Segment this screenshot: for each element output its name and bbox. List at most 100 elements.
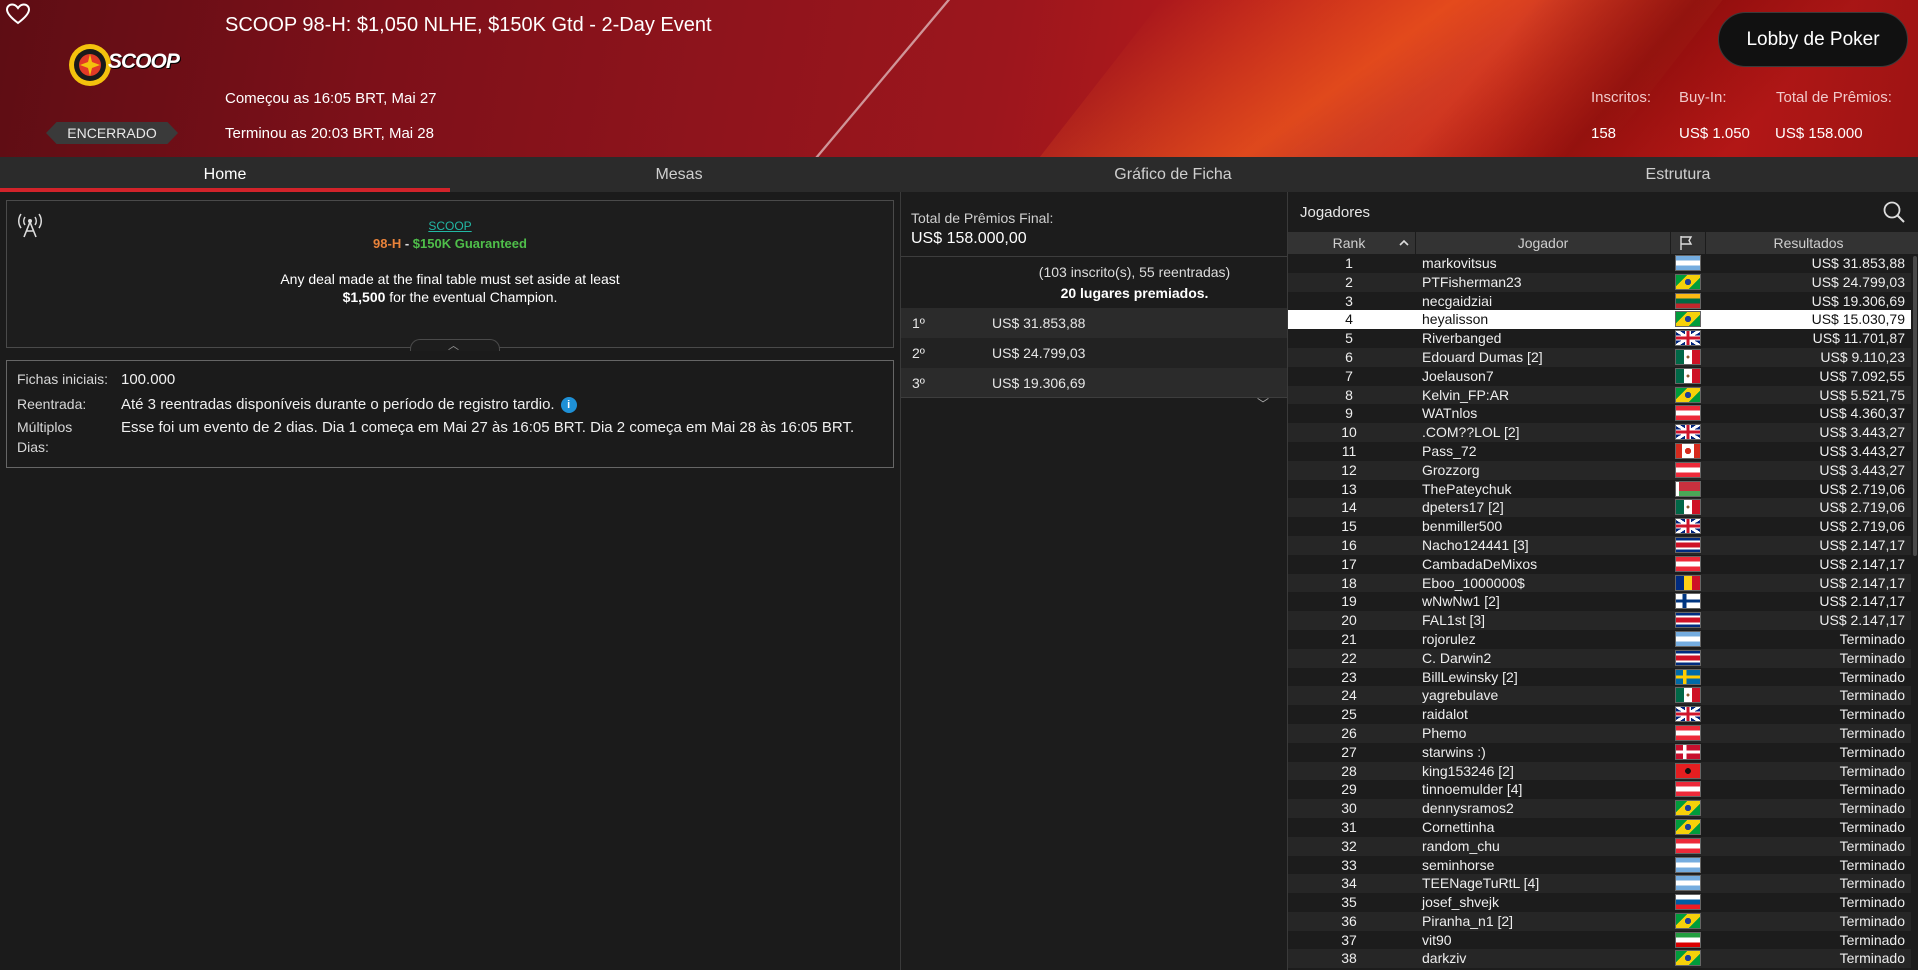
- favorite-heart-icon[interactable]: [6, 3, 30, 25]
- player-row[interactable]: 16 Nacho124441 [3] US$ 2.147,17: [1288, 535, 1911, 555]
- player-row[interactable]: 28 king153246 [2] Terminado: [1288, 761, 1911, 781]
- player-row[interactable]: 21 rojorulez Terminado: [1288, 630, 1911, 649]
- player-row[interactable]: 8 Kelvin_FP:AR US$ 5.521,75: [1288, 385, 1911, 405]
- player-row[interactable]: 1 markovitsus US$ 31.853,88: [1288, 254, 1911, 273]
- total-prize-value: US$ 158.000: [1775, 125, 1863, 142]
- player-result: Terminado: [1839, 630, 1905, 647]
- player-row[interactable]: 23 BillLewinsky [2] Terminado: [1288, 668, 1911, 687]
- player-row[interactable]: 32 random_chu Terminado: [1288, 836, 1911, 856]
- player-result: US$ 2.147,17: [1819, 555, 1905, 572]
- player-result: US$ 5.521,75: [1819, 386, 1905, 403]
- country-flag-icon: [1675, 818, 1701, 835]
- player-row[interactable]: 2 PTFisherman23 US$ 24.799,03: [1288, 272, 1911, 292]
- player-name: benmiller500: [1422, 518, 1503, 535]
- player-rank: 5: [1345, 330, 1353, 347]
- player-name: Edouard Dumas [2]: [1422, 348, 1543, 365]
- results-column-header[interactable]: Resultados: [1706, 232, 1911, 254]
- poker-lobby-button[interactable]: Lobby de Poker: [1718, 12, 1908, 67]
- player-name: random_chu: [1422, 837, 1500, 854]
- player-name: heyalisson: [1422, 311, 1489, 328]
- player-row[interactable]: 15 benmiller500 US$ 2.719,06: [1288, 517, 1911, 536]
- player-row[interactable]: 35 josef_shvejk Terminado: [1288, 893, 1911, 912]
- player-row[interactable]: 20 FAL1st [3] US$ 2.147,17: [1288, 611, 1911, 630]
- collapse-info-toggle[interactable]: ︿: [410, 339, 500, 352]
- player-rank: 27: [1341, 743, 1357, 760]
- expand-prizes-chevron-icon[interactable]: ﹀: [1257, 395, 1269, 412]
- player-rank: 17: [1341, 555, 1357, 572]
- scrollbar-thumb[interactable]: [1913, 256, 1917, 556]
- player-row[interactable]: 30 dennysramos2 Terminado: [1288, 799, 1911, 818]
- player-result: US$ 4.360,37: [1819, 405, 1905, 422]
- info-icon[interactable]: i: [560, 397, 577, 413]
- country-flag-icon: [1675, 518, 1701, 535]
- player-name: TEENageTuRtL [4]: [1422, 875, 1540, 892]
- tournament-details-box: Fichas iniciais: 100.000 Reentrada: Até …: [6, 360, 894, 468]
- logo-text: SCOOP: [108, 50, 180, 73]
- player-row[interactable]: 29 tinnoemulder [4] Terminado: [1288, 780, 1911, 799]
- tab-tables[interactable]: Mesas: [450, 157, 908, 192]
- player-row[interactable]: 13 ThePateychuk US$ 2.719,06: [1288, 480, 1911, 499]
- player-row[interactable]: 31 Cornettinha Terminado: [1288, 818, 1911, 837]
- player-row[interactable]: 18 Eboo_1000000$ US$ 2.147,17: [1288, 573, 1911, 593]
- player-rank: 30: [1341, 800, 1357, 817]
- country-flag-icon[interactable]: [1678, 235, 1694, 251]
- scoop-link[interactable]: SCOOP: [7, 219, 893, 233]
- registered-value: 158: [1591, 125, 1617, 142]
- player-row[interactable]: 22 C. Darwin2 Terminado: [1288, 648, 1911, 668]
- country-flag-icon: [1675, 912, 1701, 929]
- player-result: Terminado: [1839, 837, 1905, 854]
- player-row[interactable]: 27 starwins :) Terminado: [1288, 743, 1911, 762]
- player-row[interactable]: 34 TEENageTuRtL [4] Terminado: [1288, 874, 1911, 894]
- player-row[interactable]: 36 Piranha_n1 [2] Terminado: [1288, 911, 1911, 931]
- sort-ascending-icon[interactable]: [1398, 237, 1410, 249]
- player-rank: 31: [1341, 818, 1357, 835]
- player-row[interactable]: 7 Joelauson7 US$ 7.092,55: [1288, 367, 1911, 386]
- search-icon[interactable]: [1882, 200, 1906, 224]
- player-row[interactable]: 26 Phemo Terminado: [1288, 723, 1911, 743]
- players-table-header: Rank Jogador Resultados: [1288, 232, 1918, 254]
- player-row[interactable]: 10 .COM??LOL [2] US$ 3.443,27: [1288, 423, 1911, 442]
- tournament-header: SCOOP ENCERRADO SCOOP 98-H: $1,050 NLHE,…: [0, 0, 1918, 157]
- player-result: Terminado: [1839, 912, 1905, 929]
- multiday-label: Múltiplos: [17, 419, 73, 435]
- player-row[interactable]: 14 dpeters17 [2] US$ 2.719,06: [1288, 498, 1911, 518]
- player-row[interactable]: 17 CambadaDeMixos US$ 2.147,17: [1288, 555, 1911, 574]
- tab-chip-graph[interactable]: Gráfico de Ficha: [908, 157, 1438, 192]
- player-row[interactable]: 12 Grozzorg US$ 3.443,27: [1288, 460, 1911, 480]
- player-row[interactable]: 6 Edouard Dumas [2] US$ 9.110,23: [1288, 347, 1911, 367]
- country-flag-icon: [1675, 668, 1701, 685]
- player-row[interactable]: 5 Riverbanged US$ 11.701,87: [1288, 329, 1911, 348]
- player-row[interactable]: 25 raidalot Terminado: [1288, 705, 1911, 724]
- country-flag-icon: [1675, 405, 1701, 422]
- country-flag-icon: [1675, 255, 1701, 271]
- player-result: US$ 2.147,17: [1819, 612, 1905, 629]
- player-row[interactable]: 4 heyalisson US$ 15.030,79: [1288, 310, 1911, 330]
- multiday-value: Esse foi um evento de 2 dias. Dia 1 come…: [121, 419, 855, 436]
- rank-column-header[interactable]: Rank: [1288, 232, 1410, 254]
- player-row[interactable]: 19 wNwNw1 [2] US$ 2.147,17: [1288, 592, 1911, 611]
- country-flag-icon: [1675, 348, 1701, 365]
- player-row[interactable]: 11 Pass_72 US$ 3.443,27: [1288, 442, 1911, 461]
- event-code: 98-H: [373, 236, 402, 251]
- player-row[interactable]: 24 yagrebulave Terminado: [1288, 686, 1911, 706]
- player-rank: 26: [1341, 724, 1357, 741]
- country-flag-icon: [1675, 687, 1701, 704]
- tab-bar: Home Mesas Gráfico de Ficha Estrutura: [0, 157, 1918, 192]
- player-name: PTFisherman23: [1422, 273, 1522, 290]
- tab-home[interactable]: Home: [0, 157, 450, 192]
- player-rank: 38: [1341, 950, 1357, 967]
- player-row[interactable]: 37 vit90 Terminado: [1288, 931, 1911, 950]
- player-row[interactable]: 33 seminhorse Terminado: [1288, 856, 1911, 875]
- player-name: FAL1st [3]: [1422, 612, 1486, 629]
- multiday-label-2: Dias:: [17, 439, 49, 455]
- players-scrollbar[interactable]: [1911, 254, 1918, 970]
- player-result: Terminado: [1839, 706, 1905, 723]
- buyin-value: US$ 1.050: [1679, 125, 1750, 142]
- player-row[interactable]: 3 necgaidziai US$ 19.306,69: [1288, 292, 1911, 311]
- chevron-up-icon: ︿: [448, 340, 459, 352]
- player-row[interactable]: 38 darkziv Terminado: [1288, 949, 1911, 969]
- player-name: Kelvin_FP:AR: [1422, 386, 1510, 403]
- tab-structure[interactable]: Estrutura: [1438, 157, 1918, 192]
- player-column-header[interactable]: Jogador: [1416, 232, 1670, 254]
- player-row[interactable]: 9 WATnlos US$ 4.360,37: [1288, 404, 1911, 423]
